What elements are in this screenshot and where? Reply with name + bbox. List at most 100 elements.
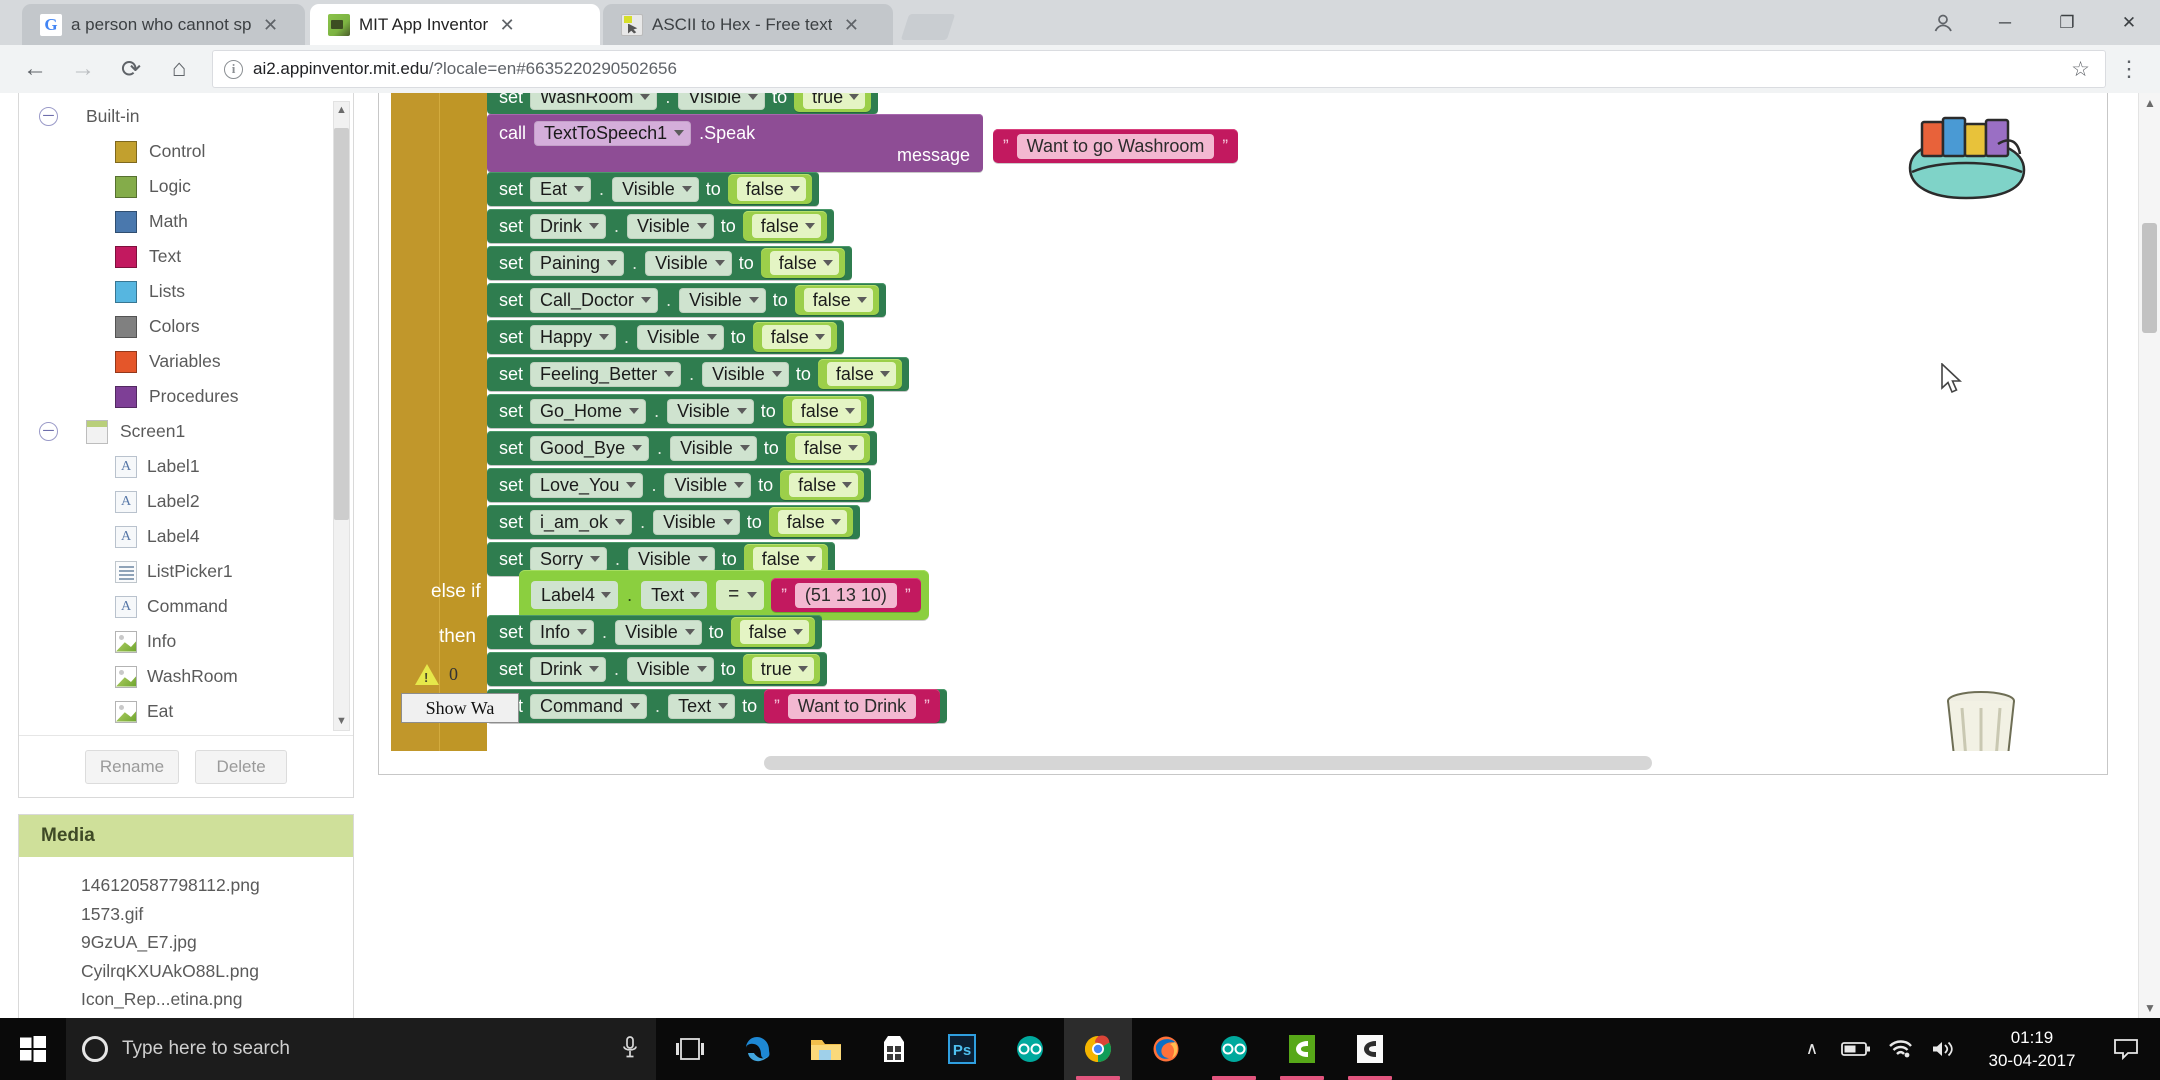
chevron-down-icon[interactable] <box>842 482 853 488</box>
logic-false-block[interactable]: false <box>752 322 837 352</box>
media-file-item[interactable]: 146120587798112.png <box>81 871 353 900</box>
back-button[interactable]: ← <box>14 48 56 90</box>
camtasia-icon[interactable] <box>1268 1018 1336 1080</box>
volume-icon[interactable] <box>1922 1018 1966 1080</box>
component-item-eat[interactable]: Eat <box>19 694 355 729</box>
chevron-down-icon[interactable] <box>607 260 618 266</box>
collapse-icon[interactable]: ─ <box>39 422 58 441</box>
bookmark-star-icon[interactable]: ☆ <box>2071 57 2094 82</box>
bool-value[interactable]: false <box>803 288 873 312</box>
chevron-down-icon[interactable] <box>714 260 725 266</box>
chevron-down-icon[interactable] <box>706 334 717 340</box>
close-window-button[interactable]: ✕ <box>2098 0 2160 45</box>
chevron-down-icon[interactable] <box>632 445 643 451</box>
property-dropdown[interactable]: Visible <box>670 435 757 461</box>
chevron-down-icon[interactable] <box>629 408 640 414</box>
block-compare-label4-text[interactable]: Label4 . Text = ” (51 13 10) ” <box>519 570 929 620</box>
component-dropdown[interactable]: Command <box>530 693 648 719</box>
property-dropdown[interactable]: Text <box>641 581 708 609</box>
text-block-want-to-go-washroom[interactable]: ” Want to go Washroom ” <box>993 129 1239 163</box>
chevron-down-icon[interactable] <box>797 666 808 672</box>
battery-icon[interactable] <box>1834 1018 1878 1080</box>
maximize-button[interactable]: ❐ <box>2036 0 2098 45</box>
arduino-icon[interactable] <box>996 1018 1064 1080</box>
component-item-info[interactable]: Info <box>19 624 355 659</box>
property-dropdown[interactable]: Visible <box>615 619 702 645</box>
chevron-down-icon[interactable] <box>640 94 651 100</box>
component-dropdown[interactable]: TextToSpeech1 <box>534 120 692 146</box>
show-warnings-button[interactable]: Show Wa <box>401 693 519 723</box>
chevron-down-icon[interactable] <box>615 519 626 525</box>
palette-item-text[interactable]: Text <box>19 239 355 274</box>
bool-value[interactable]: false <box>736 177 806 201</box>
logic-false-block[interactable]: false <box>782 396 867 426</box>
firefox-icon[interactable] <box>1132 1018 1200 1080</box>
block-set-feeling-better-visible[interactable]: set Feeling_Better . Visible to false <box>487 357 909 391</box>
bool-value[interactable]: true <box>751 657 814 681</box>
property-dropdown[interactable]: Visible <box>645 250 732 276</box>
photoshop-icon[interactable]: Ps <box>928 1018 996 1080</box>
chevron-down-icon[interactable] <box>718 703 729 709</box>
chevron-down-icon[interactable] <box>589 666 600 672</box>
chevron-down-icon[interactable] <box>849 94 860 100</box>
chevron-down-icon[interactable] <box>599 334 610 340</box>
component-dropdown[interactable]: Happy <box>530 324 617 350</box>
component-item-drink[interactable]: Drink <box>19 729 355 734</box>
chevron-down-icon[interactable] <box>734 482 745 488</box>
search-input[interactable]: Type here to search <box>66 1018 656 1080</box>
chevron-down-icon[interactable] <box>747 592 758 598</box>
block-set-i-am-ok-visible[interactable]: set i_am_ok . Visible to false <box>487 505 860 539</box>
chevron-down-icon[interactable] <box>697 556 708 562</box>
palette-item-colors[interactable]: Colors <box>19 309 355 344</box>
arduino-icon[interactable] <box>1200 1018 1268 1080</box>
task-view-icon[interactable] <box>656 1018 724 1080</box>
logic-false-block[interactable]: false <box>727 174 812 204</box>
bool-value[interactable]: true <box>803 93 866 109</box>
scroll-up-icon[interactable]: ▲ <box>2139 93 2160 113</box>
page-vertical-scrollbar[interactable]: ▲ ▼ <box>2138 93 2160 1018</box>
chevron-down-icon[interactable] <box>856 297 867 303</box>
block-set-happy-visible[interactable]: set Happy . Visible to false <box>487 320 844 354</box>
component-dropdown[interactable]: i_am_ok <box>530 509 633 535</box>
microphone-icon[interactable] <box>620 1035 640 1064</box>
property-dropdown[interactable]: Visible <box>637 324 724 350</box>
component-dropdown[interactable]: Call_Doctor <box>530 287 659 313</box>
show-hidden-icons-chevron[interactable]: ∧ <box>1790 1018 1834 1080</box>
palette-item-control[interactable]: Control <box>19 134 355 169</box>
bool-value[interactable]: false <box>791 399 861 423</box>
component-dropdown[interactable]: Feeling_Better <box>530 361 682 387</box>
component-item-label4[interactable]: A Label4 <box>19 519 355 554</box>
component-item-label1[interactable]: A Label1 <box>19 449 355 484</box>
chevron-down-icon[interactable] <box>601 592 612 598</box>
bool-value[interactable]: false <box>777 510 847 534</box>
logic-false-block[interactable]: false <box>785 433 870 463</box>
chevron-down-icon[interactable] <box>814 334 825 340</box>
scroll-down-icon[interactable]: ▼ <box>334 713 349 730</box>
chevron-down-icon[interactable] <box>830 519 841 525</box>
chevron-down-icon[interactable] <box>664 371 675 377</box>
bool-value[interactable]: false <box>769 251 839 275</box>
home-button[interactable]: ⌂ <box>158 48 200 90</box>
component-dropdown[interactable]: Label4 <box>531 581 619 609</box>
property-dropdown[interactable]: Visible <box>653 509 740 535</box>
block-call-texttospeech-speak[interactable]: call TextToSpeech1 .Speak message <box>487 114 983 172</box>
block-set-go-home-visible[interactable]: set Go_Home . Visible to false <box>487 394 874 428</box>
component-item-listpicker1[interactable]: ListPicker1 <box>19 554 355 589</box>
canvas-horizontal-scrollbar[interactable] <box>379 752 2107 774</box>
profile-icon[interactable] <box>1912 0 1974 45</box>
browser-tab-2[interactable]: MIT App Inventor ✕ <box>310 4 600 45</box>
component-item-command[interactable]: A Command <box>19 589 355 624</box>
block-set-paining-visible[interactable]: set Paining . Visible to false <box>487 246 852 280</box>
text-value[interactable]: (51 13 10) <box>794 582 897 608</box>
reload-button[interactable]: ⟳ <box>110 48 152 90</box>
tree-node-builtin[interactable]: ─ Built-in <box>19 99 355 134</box>
chevron-down-icon[interactable] <box>771 371 782 377</box>
site-info-icon[interactable]: i <box>224 59 243 79</box>
media-file-item[interactable]: Icon_Rep...etina.png <box>81 985 353 1014</box>
logic-false-block[interactable]: false <box>817 359 902 389</box>
trash-icon[interactable] <box>1929 684 2033 751</box>
chevron-down-icon[interactable] <box>641 297 652 303</box>
chevron-down-icon[interactable] <box>792 629 803 635</box>
chevron-down-icon[interactable] <box>739 445 750 451</box>
property-dropdown[interactable]: Visible <box>627 656 714 682</box>
